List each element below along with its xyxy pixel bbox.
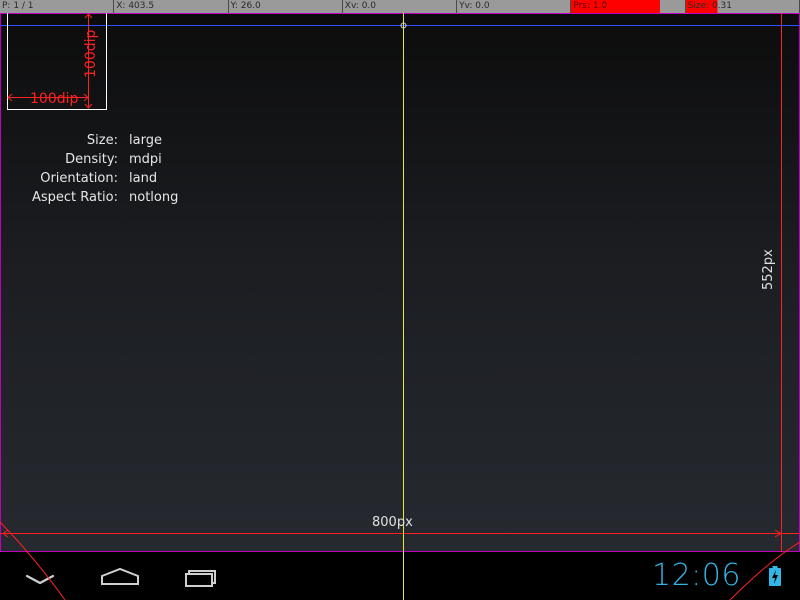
home-button[interactable] bbox=[90, 552, 150, 600]
x-velocity: Xv: 0.0 bbox=[343, 0, 458, 13]
info-key-orientation: Orientation: bbox=[40, 171, 118, 186]
info-key-density: Density: bbox=[65, 152, 118, 167]
display-area[interactable] bbox=[0, 13, 800, 552]
info-value-orientation: land bbox=[129, 171, 158, 186]
battery-charging-icon bbox=[768, 566, 782, 586]
y-velocity: Yv: 0.0 bbox=[457, 0, 572, 13]
y-coordinate: Y: 26.0 bbox=[229, 0, 343, 13]
pointer-status-bar: P: 1 / 1 X: 403.5 Y: 26.0 Xv: 0.0 Yv: 0.… bbox=[0, 0, 800, 13]
home-icon bbox=[101, 567, 139, 585]
recents-icon bbox=[185, 570, 216, 587]
chevron-down-icon bbox=[25, 574, 55, 585]
info-key-size: Size: bbox=[86, 133, 118, 148]
pointer-count: P: 1 / 1 bbox=[0, 0, 115, 13]
pressure-meter: Prs: 1.0 bbox=[571, 0, 686, 13]
back-button[interactable] bbox=[10, 552, 70, 600]
recents-button[interactable] bbox=[170, 552, 230, 600]
screen: P: 1 / 1 X: 403.5 Y: 26.0 Xv: 0.0 Yv: 0.… bbox=[0, 0, 800, 600]
x-coordinate: X: 403.5 bbox=[114, 0, 229, 13]
info-value-aspect-ratio: notlong bbox=[129, 190, 179, 205]
info-value-density: mdpi bbox=[129, 152, 162, 167]
size-meter: Size: 0.31 bbox=[685, 0, 800, 13]
info-key-aspect-ratio: Aspect Ratio: bbox=[31, 190, 118, 205]
clock: 12:06 bbox=[652, 558, 741, 593]
info-value-size: large bbox=[129, 133, 162, 148]
